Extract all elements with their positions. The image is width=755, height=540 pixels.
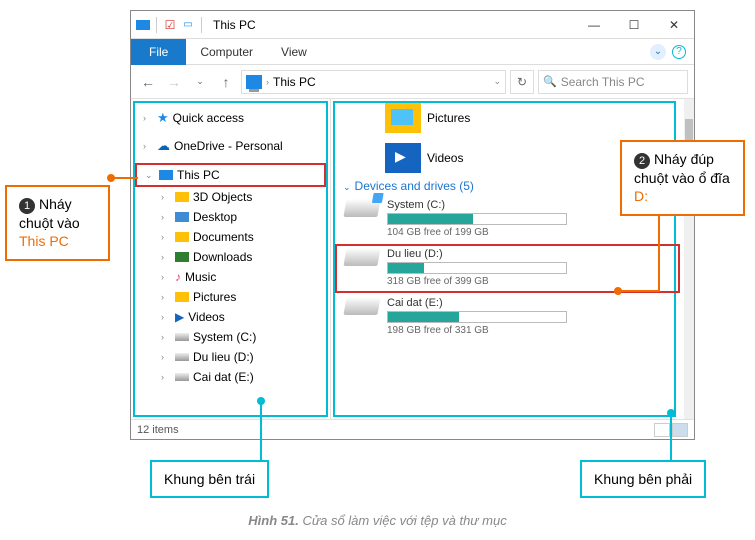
addr-dropdown-icon[interactable]: ⌄ [493, 76, 501, 87]
view-details-icon[interactable] [654, 423, 670, 437]
titlebar: ☑ ▭ This PC — ☐ ✕ [131, 11, 694, 39]
pictures-folder-icon [385, 103, 421, 133]
address-bar[interactable]: › This PC ⌄ [241, 70, 506, 94]
status-item-count: 12 items [137, 424, 179, 436]
help-icon[interactable]: ? [672, 45, 686, 59]
tree-drive-c[interactable]: ›System (C:) [135, 327, 326, 347]
navbar: ← → ⌄ ↑ › This PC ⌄ ↻ 🔍 Search This PC [131, 65, 694, 99]
explorer-window: ☑ ▭ This PC — ☐ ✕ File Computer View ⌄ ?… [130, 10, 695, 440]
drive-icon [343, 248, 380, 266]
folder-icon [175, 232, 189, 242]
folder-icon [175, 192, 189, 202]
ribbon: File Computer View ⌄ ? [131, 39, 694, 65]
forward-button[interactable]: → [163, 74, 185, 90]
videos-folder-icon [385, 143, 421, 173]
tree-documents[interactable]: ›Documents [135, 227, 326, 247]
window-title: This PC [209, 18, 256, 32]
properties-icon[interactable]: ▭ [180, 17, 196, 33]
music-icon: ♪ [175, 270, 181, 284]
drive-icon [175, 353, 189, 361]
tree-videos[interactable]: ›▶Videos [135, 307, 326, 327]
tree-drive-d[interactable]: ›Du lieu (D:) [135, 347, 326, 367]
tree-downloads[interactable]: ›Downloads [135, 247, 326, 267]
tree-quick-access[interactable]: ›★ Quick access [135, 107, 326, 129]
addr-pc-icon [246, 75, 262, 89]
recent-dropdown[interactable]: ⌄ [189, 76, 211, 87]
up-button[interactable]: ↑ [215, 74, 237, 90]
tree-3d-objects[interactable]: ›3D Objects [135, 187, 326, 207]
tab-computer[interactable]: Computer [186, 40, 267, 64]
back-button[interactable]: ← [137, 74, 159, 90]
search-icon: 🔍 [543, 75, 557, 88]
folder-icon [175, 252, 189, 262]
cloud-icon: ☁ [157, 138, 170, 154]
drive-icon [343, 297, 380, 315]
tab-view[interactable]: View [267, 40, 321, 64]
nav-pane: ›★ Quick access ›☁ OneDrive - Personal ⌄… [131, 99, 331, 419]
close-button[interactable]: ✕ [654, 18, 694, 32]
drive-icon [175, 333, 189, 341]
pc-icon [135, 17, 151, 33]
folder-pictures[interactable]: Pictures [385, 103, 680, 133]
content-panes: ›★ Quick access ›☁ OneDrive - Personal ⌄… [131, 99, 694, 419]
callout-right-pane: Khung bên phải [580, 460, 706, 498]
view-large-icon[interactable] [672, 423, 688, 437]
callout-2: 2Nháy đúp chuột vào ổ đĩa D: [620, 140, 745, 216]
tree-this-pc[interactable]: ⌄ This PC [135, 163, 326, 187]
search-placeholder: Search This PC [561, 75, 645, 89]
pc-icon [159, 170, 173, 180]
checkbox-icon[interactable]: ☑ [162, 17, 178, 33]
search-box[interactable]: 🔍 Search This PC [538, 70, 688, 94]
minimize-button[interactable]: — [574, 18, 614, 32]
drive-e[interactable]: Cai dat (E:) 198 GB free of 331 GB [335, 293, 680, 342]
refresh-button[interactable]: ↻ [510, 70, 534, 94]
tab-file[interactable]: File [131, 39, 186, 65]
address-text: This PC [273, 75, 316, 89]
figure-caption: Hình 51. Cửa sổ làm việc với tệp và thư … [0, 513, 755, 528]
tree-onedrive[interactable]: ›☁ OneDrive - Personal [135, 135, 326, 157]
video-icon: ▶ [175, 310, 184, 324]
star-icon: ★ [157, 110, 169, 126]
maximize-button[interactable]: ☐ [614, 18, 654, 32]
callout-1: 1Nháy chuột vào This PC [5, 185, 110, 261]
tree-desktop[interactable]: ›Desktop [135, 207, 326, 227]
ribbon-collapse-icon[interactable]: ⌄ [650, 44, 666, 60]
tree-drive-e[interactable]: ›Cai dat (E:) [135, 367, 326, 387]
chevron-down-icon: ⌄ [343, 182, 351, 192]
drive-icon [343, 199, 380, 217]
callout-left-pane: Khung bên trái [150, 460, 269, 498]
folder-icon [175, 212, 189, 222]
statusbar: 12 items [131, 419, 694, 439]
drive-d[interactable]: Du lieu (D:) 318 GB free of 399 GB [335, 244, 680, 293]
tree-music[interactable]: ›♪Music [135, 267, 326, 287]
folder-icon [175, 292, 189, 302]
tree-pictures[interactable]: ›Pictures [135, 287, 326, 307]
drive-icon [175, 373, 189, 381]
